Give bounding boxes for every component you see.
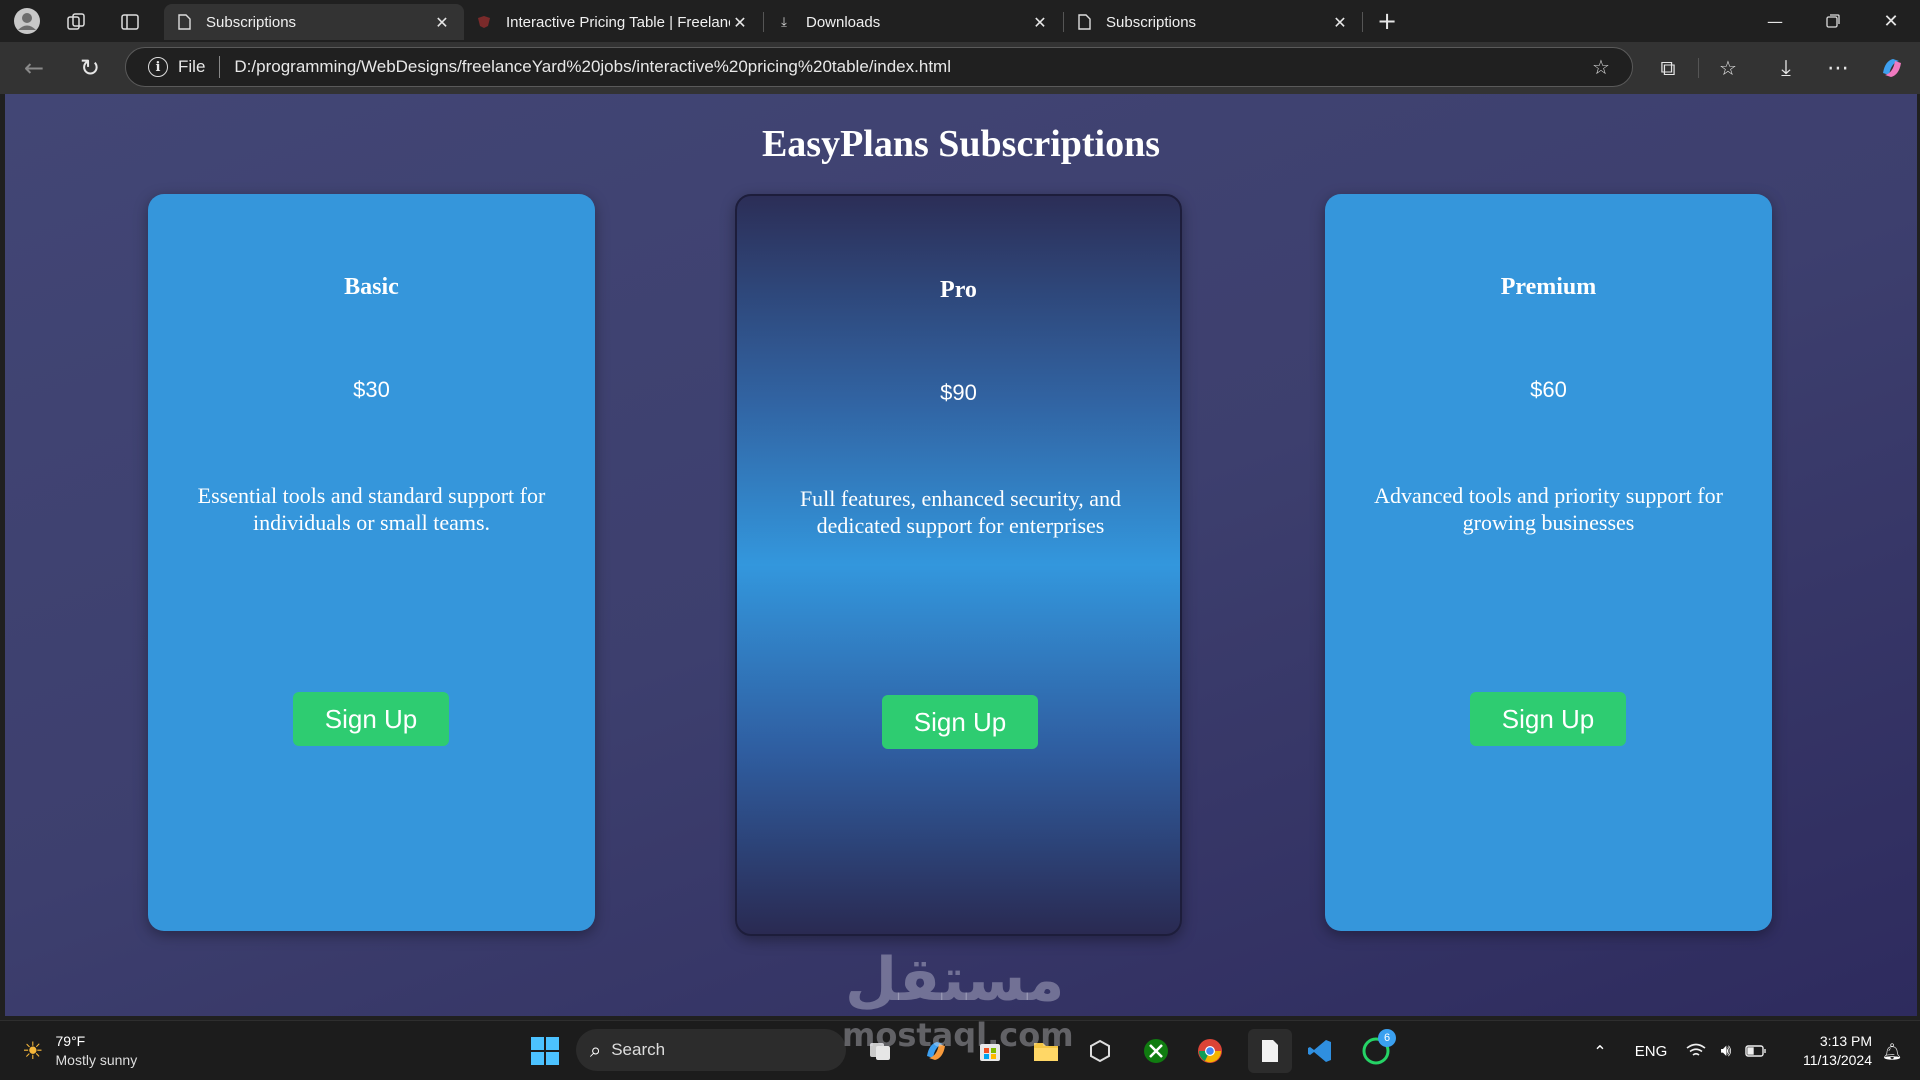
tab-subscriptions[interactable]: Subscriptions ✕ <box>164 4 464 40</box>
plan-price: $60 <box>1530 377 1567 402</box>
close-icon[interactable]: ✕ <box>1330 13 1350 32</box>
profile-avatar-icon[interactable] <box>12 6 42 36</box>
extensions-icon[interactable]: ⧉ <box>1652 52 1684 84</box>
sign-up-button[interactable]: Sign Up <box>293 692 449 746</box>
site-icon <box>476 14 492 30</box>
page-title: EasyPlans Subscriptions <box>761 123 1161 165</box>
tray-chevron-icon[interactable]: ⌃ <box>1586 1037 1614 1065</box>
notification-bell-icon[interactable]: 🔔︎ <box>1878 1037 1906 1065</box>
tab-title: Subscriptions <box>1106 13 1197 31</box>
page-icon <box>176 14 192 30</box>
plan-description: Essential tools and standard support for… <box>197 483 546 535</box>
toolbar-divider <box>1698 58 1699 78</box>
clock-time: 3:13 PM <box>1819 1033 1872 1049</box>
xbox-icon[interactable] <box>1138 1033 1174 1069</box>
plan-price: $90 <box>940 380 977 405</box>
plan-name: Basic <box>344 274 399 300</box>
tab-title: Interactive Pricing Table | Freelanc <box>506 13 730 31</box>
favorite-star-icon[interactable]: ☆ <box>1592 55 1632 80</box>
page-viewport: EasyPlans Subscriptions Basic $30 Essent… <box>5 94 1917 1016</box>
weather-widget[interactable]: ☀ 79°F Mostly sunny <box>22 1031 137 1071</box>
refresh-icon[interactable]: ↻ <box>74 52 106 84</box>
volume-icon[interactable]: 🔊︎ <box>1714 1037 1738 1065</box>
sign-up-button[interactable]: Sign Up <box>1470 692 1626 746</box>
restore-icon[interactable] <box>1816 6 1850 36</box>
copilot-icon[interactable] <box>1876 52 1908 84</box>
copilot-app-icon[interactable] <box>918 1033 954 1069</box>
minimize-icon[interactable]: — <box>1758 6 1792 36</box>
plan-description: Full features, enhanced security, and de… <box>799 486 1122 538</box>
notepad-icon[interactable] <box>1248 1029 1292 1073</box>
plan-name: Premium <box>1500 274 1597 300</box>
language-indicator[interactable]: ENG <box>1630 1037 1672 1065</box>
browser-toolbar: ← ↻ i File D:/programming/WebDesigns/fre… <box>0 42 1920 94</box>
plan-price: $30 <box>353 377 390 402</box>
browser-tab-bar: Subscriptions ✕ Interactive Pricing Tabl… <box>0 0 1920 42</box>
plan-card-premium: Premium $60 Advanced tools and priority … <box>1325 194 1772 931</box>
tab-title: Subscriptions <box>206 13 297 31</box>
info-icon[interactable]: i <box>148 57 168 77</box>
close-icon[interactable]: ✕ <box>730 13 750 32</box>
more-menu-icon[interactable]: ⋯ <box>1822 52 1854 84</box>
tab-downloads[interactable]: ⤓ Downloads ✕ <box>764 4 1062 40</box>
wifi-icon[interactable] <box>1684 1037 1708 1065</box>
clock-date: 11/13/2024 <box>1802 1052 1872 1068</box>
search-icon: ⌕ <box>590 1038 602 1062</box>
chrome-icon[interactable] <box>1192 1033 1228 1069</box>
window-close-icon[interactable]: ✕ <box>1874 6 1908 36</box>
favorites-icon[interactable]: ☆ <box>1712 52 1744 84</box>
whatsapp-badge: 6 <box>1378 1029 1396 1047</box>
tab-subscriptions-2[interactable]: Subscriptions ✕ <box>1064 4 1362 40</box>
vscode-icon[interactable] <box>1302 1033 1338 1069</box>
close-icon[interactable]: ✕ <box>1030 13 1050 32</box>
partly-sunny-icon: ☀ <box>22 1037 44 1065</box>
workspaces-icon[interactable] <box>62 8 90 36</box>
file-explorer-icon[interactable] <box>1028 1033 1064 1069</box>
vertical-tabs-icon[interactable] <box>116 8 144 36</box>
tab-divider <box>1362 12 1363 32</box>
search-label: Search <box>611 1040 666 1059</box>
windows-taskbar: ☀ 79°F Mostly sunny ⌕ Search 6 ⌃ ENG 🔊︎ … <box>0 1020 1920 1080</box>
close-icon[interactable]: ✕ <box>432 13 452 32</box>
scheme-label: File <box>178 57 206 76</box>
tab-pricing-table[interactable]: Interactive Pricing Table | Freelanc ✕ <box>464 4 762 40</box>
windows-logo-icon <box>531 1037 559 1065</box>
battery-icon[interactable] <box>1744 1037 1768 1065</box>
page-icon <box>1076 14 1092 30</box>
taskbar-search-box[interactable]: ⌕ Search <box>576 1029 846 1071</box>
weather-condition: Mostly sunny <box>55 1052 138 1068</box>
address-bar[interactable]: i File D:/programming/WebDesigns/freelan… <box>125 47 1633 87</box>
download-icon: ⤓ <box>781 14 787 29</box>
plan-name: Pro <box>940 277 977 303</box>
plan-card-basic: Basic $30 Essential tools and standard s… <box>148 194 595 931</box>
back-arrow-icon[interactable]: ← <box>18 52 50 84</box>
url-text[interactable]: D:/programming/WebDesigns/freelanceYard%… <box>234 57 1592 77</box>
task-view-icon[interactable] <box>862 1033 898 1069</box>
unity-icon[interactable] <box>1082 1033 1118 1069</box>
sign-up-button[interactable]: Sign Up <box>882 695 1038 749</box>
clock[interactable]: 3:13 PM 11/13/2024 <box>1782 1031 1872 1071</box>
start-button[interactable] <box>527 1033 563 1069</box>
weather-temp: 79°F <box>55 1033 86 1049</box>
address-divider <box>219 56 221 78</box>
downloads-icon[interactable]: ⤓ <box>1770 52 1802 84</box>
tab-title: Downloads <box>806 13 881 31</box>
plan-card-pro: Pro $90 Full features, enhanced security… <box>735 194 1182 936</box>
whatsapp-icon[interactable]: 6 <box>1358 1029 1396 1069</box>
plan-description: Advanced tools and priority support for … <box>1374 483 1723 535</box>
store-icon[interactable] <box>972 1033 1008 1069</box>
new-tab-icon[interactable]: + <box>1372 6 1402 36</box>
